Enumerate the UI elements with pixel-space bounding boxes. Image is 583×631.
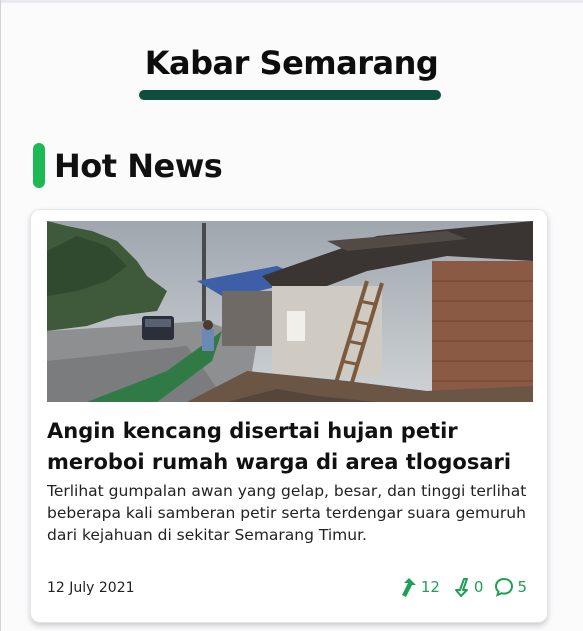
app-title: Kabar Semarang: [144, 44, 439, 82]
comment-icon: [493, 576, 515, 598]
section-title: Hot News: [54, 147, 223, 185]
upvote-button[interactable]: 12: [397, 576, 440, 598]
engagement-stats: 12 0 5: [397, 576, 527, 598]
downvote-button[interactable]: 0: [450, 576, 484, 598]
upvote-count: 12: [420, 578, 440, 596]
news-photo[interactable]: [47, 221, 533, 402]
storm-damage-image: [47, 221, 533, 402]
upvote-arrow-icon: [397, 576, 419, 598]
comment-count: 5: [517, 578, 527, 596]
downvote-arrow-icon: [450, 576, 472, 598]
section-accent-bar: [33, 143, 45, 188]
news-headline[interactable]: Angin kencang disertai hujan petir merob…: [47, 416, 537, 478]
left-border: [0, 0, 1, 631]
top-border: [0, 0, 583, 3]
news-excerpt: Terlihat gumpalan awan yang gelap, besar…: [47, 482, 527, 544]
comment-button[interactable]: 5: [493, 576, 527, 598]
news-card[interactable]: Angin kencang disertai hujan petir merob…: [30, 209, 548, 623]
title-underline: [139, 90, 441, 100]
news-date: 12 July 2021: [47, 580, 135, 596]
downvote-count: 0: [473, 578, 484, 596]
